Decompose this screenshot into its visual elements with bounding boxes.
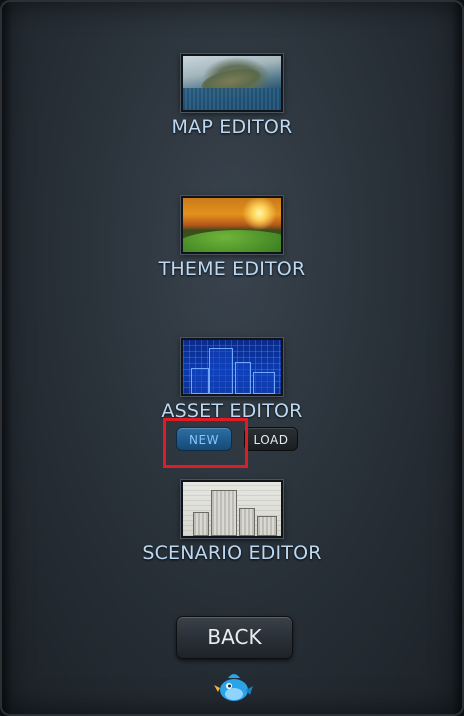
asset-thumbnail-building [191,368,209,394]
theme-editor-thumbnail[interactable] [181,196,283,254]
asset-editor-label: ASSET EDITOR [161,400,303,422]
asset-load-button[interactable]: LOAD [244,427,298,451]
editor-menu-panel: MAP EDITOR THEME EDITOR ASSET EDITOR NEW… [0,0,464,716]
scenario-editor-thumbnail[interactable] [181,480,283,538]
scenario-editor-label[interactable]: SCENARIO EDITOR [2,542,462,564]
asset-thumbnail-building [253,372,275,394]
asset-editor-actions: NEW LOAD [172,427,302,453]
theme-editor-option[interactable]: THEME EDITOR [2,196,462,280]
back-button[interactable]: BACK [176,616,293,659]
map-editor-thumbnail[interactable] [181,54,283,112]
theme-editor-label[interactable]: THEME EDITOR [2,258,462,280]
map-editor-option[interactable]: MAP EDITOR [2,54,462,138]
asset-new-button[interactable]: NEW [176,427,232,451]
map-editor-label[interactable]: MAP EDITOR [2,116,462,138]
asset-thumbnail-building [235,362,251,394]
chirper-bird-icon [214,674,253,701]
scenario-thumbnail-building [257,516,277,536]
asset-editor-thumbnail [181,338,283,396]
asset-editor-option: ASSET EDITOR [2,338,462,422]
scenario-thumbnail-building [211,490,237,536]
scenario-thumbnail-building [193,512,209,536]
theme-thumbnail-hill [183,230,281,252]
asset-thumbnail-building [209,348,233,394]
scenario-editor-option[interactable]: SCENARIO EDITOR [2,480,462,564]
scenario-thumbnail-building [239,508,255,536]
map-thumbnail-sea [183,88,281,110]
